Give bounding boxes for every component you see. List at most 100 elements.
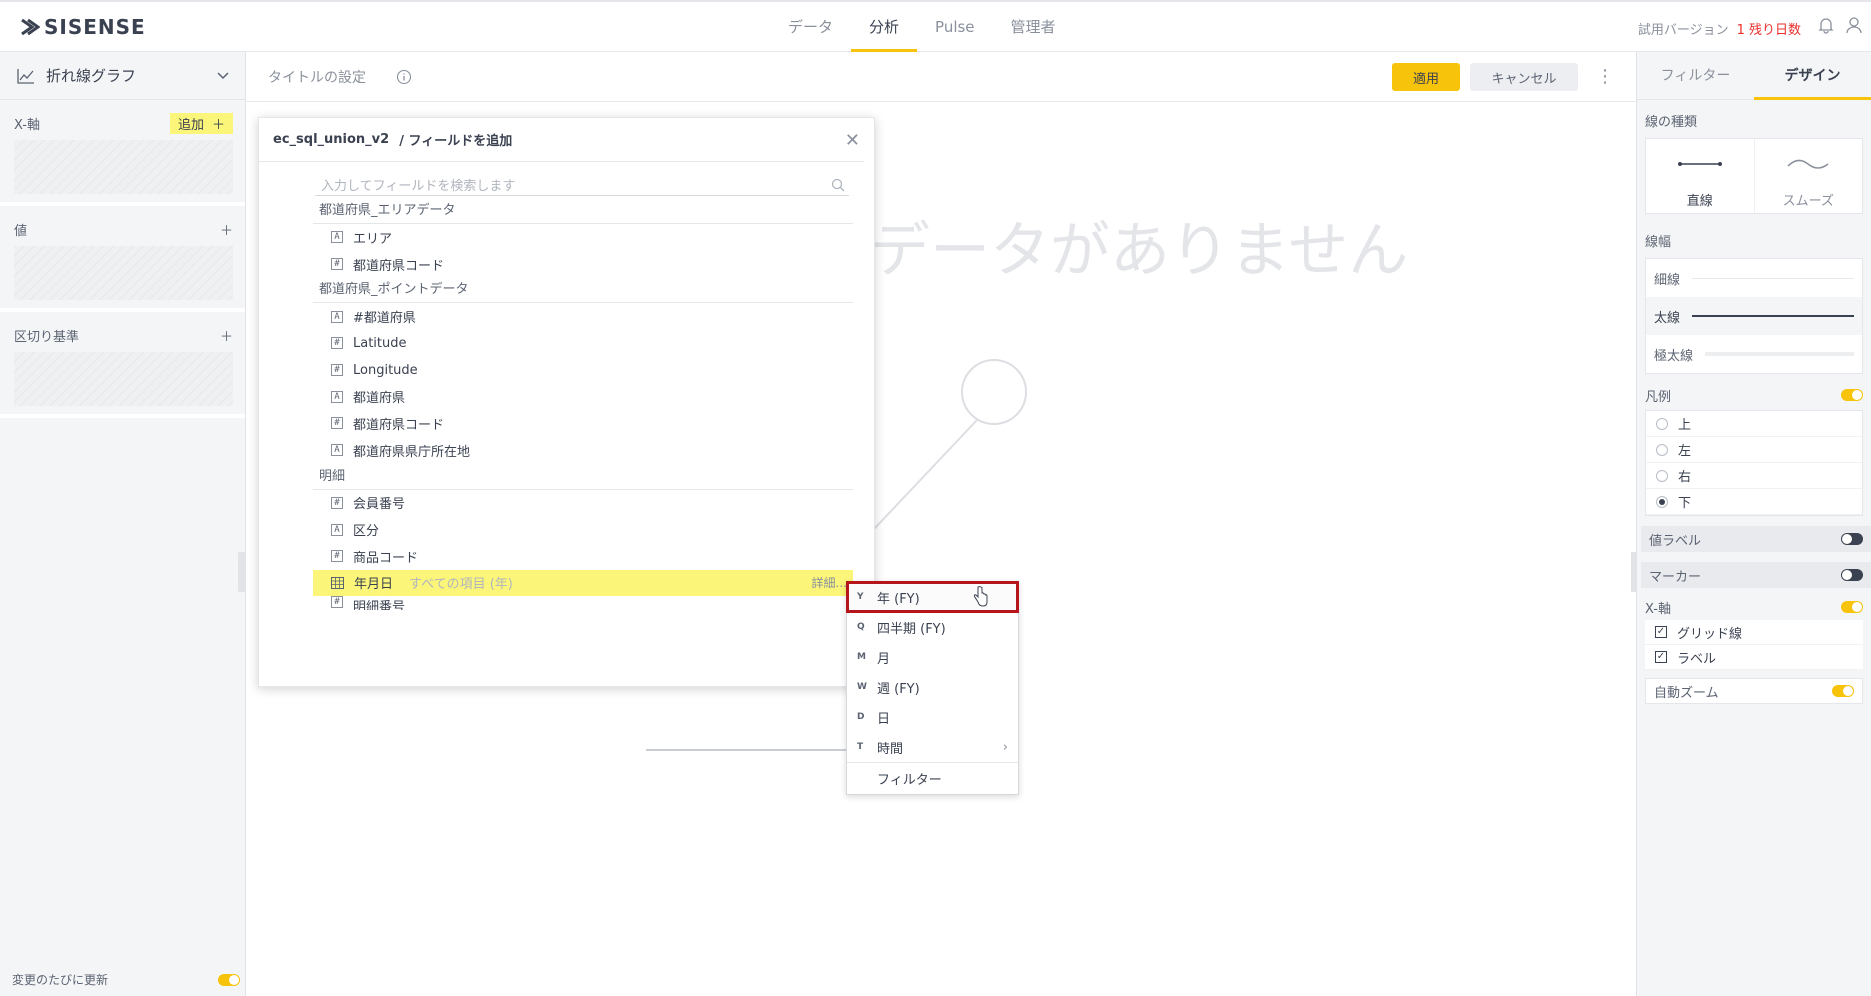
legend-bottom[interactable]: 下 bbox=[1646, 489, 1862, 515]
values-dropzone[interactable] bbox=[14, 246, 233, 300]
menu-item-day[interactable]: D日 bbox=[847, 702, 1018, 732]
line-type-smooth[interactable]: スムーズ bbox=[1755, 139, 1863, 213]
field-list: 都道府県_エリアデータ A エリア # 都道府県コード 都道府県_ポイントデータ A… bbox=[313, 198, 853, 658]
info-icon[interactable] bbox=[396, 69, 412, 85]
xaxis-toggle[interactable] bbox=[1841, 601, 1863, 613]
menu-item-time[interactable]: T 時間 › bbox=[847, 732, 1018, 762]
add-label: 追加 bbox=[177, 117, 204, 133]
line-type-label-straight: 直線 bbox=[1686, 194, 1713, 209]
number-type-icon: # bbox=[331, 337, 343, 350]
number-type-icon: # bbox=[331, 596, 343, 609]
field-item[interactable]: A 区分 bbox=[313, 516, 853, 543]
field-item[interactable]: # Latitude bbox=[313, 330, 853, 357]
field-item[interactable]: A エリア bbox=[313, 224, 853, 251]
markers-toggle[interactable] bbox=[1841, 569, 1863, 581]
menu-item-quarter[interactable]: Q 四半期 (FY) bbox=[847, 612, 1018, 642]
field-item[interactable]: # 会員番号 bbox=[313, 490, 853, 517]
field-item[interactable]: A 都道府県県庁所在地 bbox=[313, 437, 853, 464]
top-bar: SISENSE データ 分析 Pulse 管理者 試用バージョン 1 残り日数 bbox=[0, 0, 1871, 52]
field-item[interactable]: # 明細番号 bbox=[313, 596, 853, 610]
close-icon[interactable]: ✕ bbox=[845, 130, 860, 151]
grid-lines-option[interactable]: ✓ グリッド線 bbox=[1645, 620, 1863, 645]
line-type-straight[interactable]: 直線 bbox=[1646, 139, 1755, 213]
trial-info[interactable]: 試用バージョン 1 残り日数 bbox=[1638, 19, 1801, 38]
breakby-add-icon[interactable]: ＋ bbox=[220, 326, 233, 345]
tab-filters[interactable]: フィルター bbox=[1637, 52, 1754, 99]
group-header[interactable]: 都道府県_エリアデータ bbox=[313, 198, 853, 224]
field-name: 都道府県コード bbox=[353, 258, 445, 274]
line-chart-icon bbox=[17, 68, 34, 84]
menu-item-month[interactable]: M月 bbox=[847, 642, 1018, 672]
line-width-options: 細線 太線 極太線 bbox=[1645, 258, 1863, 374]
logo-text: SISENSE bbox=[44, 15, 146, 39]
field-item-selected[interactable]: 年月日 すべての項目 (年) 詳細... bbox=[313, 569, 853, 597]
sisense-logo[interactable]: SISENSE bbox=[20, 15, 146, 39]
text-type-icon: A bbox=[331, 231, 343, 244]
tab-data[interactable]: データ bbox=[770, 2, 851, 52]
field-name: 明細番号 bbox=[353, 600, 406, 611]
field-name: 商品コード bbox=[353, 550, 419, 566]
straight-line-icon bbox=[1677, 162, 1722, 166]
group-header[interactable]: 明細 bbox=[313, 464, 853, 490]
chart-type-selector[interactable]: 折れ線グラフ bbox=[0, 52, 245, 100]
value-labels-toggle[interactable] bbox=[1841, 533, 1863, 545]
legend-toggle[interactable] bbox=[1841, 389, 1863, 401]
group-header[interactable]: 都道府県_ポイントデータ bbox=[313, 277, 853, 304]
legend-position-options: 上 左 右 下 bbox=[1645, 410, 1863, 516]
auto-update-toggle[interactable] bbox=[218, 973, 240, 986]
field-item[interactable]: A 都道府県 bbox=[313, 383, 853, 410]
radio-icon bbox=[1656, 443, 1668, 456]
breakby-dropzone[interactable] bbox=[14, 352, 233, 406]
axis-labels-option[interactable]: ✓ ラベル bbox=[1645, 645, 1863, 670]
widget-title-input[interactable]: タイトルの設定 bbox=[268, 67, 366, 87]
smooth-line-icon bbox=[1787, 159, 1829, 169]
bell-icon[interactable] bbox=[1817, 16, 1835, 34]
radio-icon bbox=[1656, 417, 1668, 430]
checkbox-checked-icon: ✓ bbox=[1655, 651, 1667, 663]
checkbox-checked-icon: ✓ bbox=[1655, 626, 1667, 638]
field-item[interactable]: A #都道府県 bbox=[313, 303, 853, 330]
cancel-button[interactable]: キャンセル bbox=[1470, 63, 1578, 91]
xaxis-add-button[interactable]: 追加 ＋ bbox=[169, 112, 233, 134]
tab-analytics[interactable]: 分析 bbox=[851, 2, 918, 52]
chevron-down-icon[interactable] bbox=[217, 71, 229, 80]
legend-left[interactable]: 左 bbox=[1646, 437, 1862, 463]
widget-data-panel: 折れ線グラフ X-軸 追加 ＋ 値 ＋ 区切り基準 ＋ 変更のたびに更新 bbox=[0, 52, 246, 996]
text-type-icon: A bbox=[331, 390, 343, 403]
more-options-icon[interactable]: ⋮ bbox=[1596, 66, 1614, 87]
markers-label: マーカー bbox=[1649, 569, 1702, 585]
legend-right[interactable]: 右 bbox=[1646, 463, 1862, 489]
width-thick[interactable]: 太線 bbox=[1646, 297, 1862, 335]
left-panel-collapse-handle[interactable] bbox=[238, 552, 246, 592]
tab-pulse[interactable]: Pulse bbox=[917, 2, 993, 52]
number-type-icon: # bbox=[331, 417, 343, 430]
tab-design[interactable]: デザイン bbox=[1754, 52, 1871, 100]
legend-top[interactable]: 上 bbox=[1646, 411, 1862, 437]
field-item[interactable]: # 都道府県コード bbox=[313, 251, 853, 278]
legend-left-label: 左 bbox=[1678, 444, 1692, 459]
width-thin[interactable]: 細線 bbox=[1646, 259, 1862, 297]
more-link[interactable]: 詳細... bbox=[812, 574, 847, 591]
radio-icon bbox=[1656, 469, 1668, 482]
top-icons bbox=[1817, 16, 1863, 34]
apply-button[interactable]: 適用 bbox=[1392, 63, 1460, 91]
field-item[interactable]: # 都道府県コード bbox=[313, 410, 853, 437]
menu-item-filter[interactable]: フィルター bbox=[847, 763, 1018, 793]
field-item[interactable]: # 商品コード bbox=[313, 543, 853, 570]
values-add-icon[interactable]: ＋ bbox=[220, 220, 233, 239]
design-panel: フィルター デザイン 線の種類 直線 スムーズ 線幅 細線 太線 極太線 凡例 … bbox=[1631, 52, 1871, 996]
tab-admin[interactable]: 管理者 bbox=[993, 2, 1074, 52]
right-panel-collapse-handle[interactable] bbox=[1631, 552, 1637, 592]
field-hint: すべての項目 (年) bbox=[409, 577, 513, 593]
width-extra-thick[interactable]: 極太線 bbox=[1646, 335, 1862, 373]
dialog-title: / フィールドを追加 bbox=[399, 134, 513, 149]
field-item[interactable]: # Longitude bbox=[313, 357, 853, 384]
user-icon[interactable] bbox=[1845, 16, 1863, 34]
width-extra-thick-label: 極太線 bbox=[1654, 348, 1694, 364]
add-field-dialog: ec_sql_union_v2 / フィールドを追加 ✕ 入力してフィールドを検… bbox=[258, 117, 875, 687]
auto-zoom-toggle[interactable] bbox=[1832, 685, 1854, 697]
field-search-input[interactable]: 入力してフィールドを検索します bbox=[315, 174, 849, 196]
xaxis-dropzone[interactable] bbox=[14, 140, 233, 194]
menu-item-week[interactable]: W 週 (FY) bbox=[847, 672, 1018, 702]
menu-item-year[interactable]: Y 年 (FY) bbox=[846, 581, 1019, 613]
